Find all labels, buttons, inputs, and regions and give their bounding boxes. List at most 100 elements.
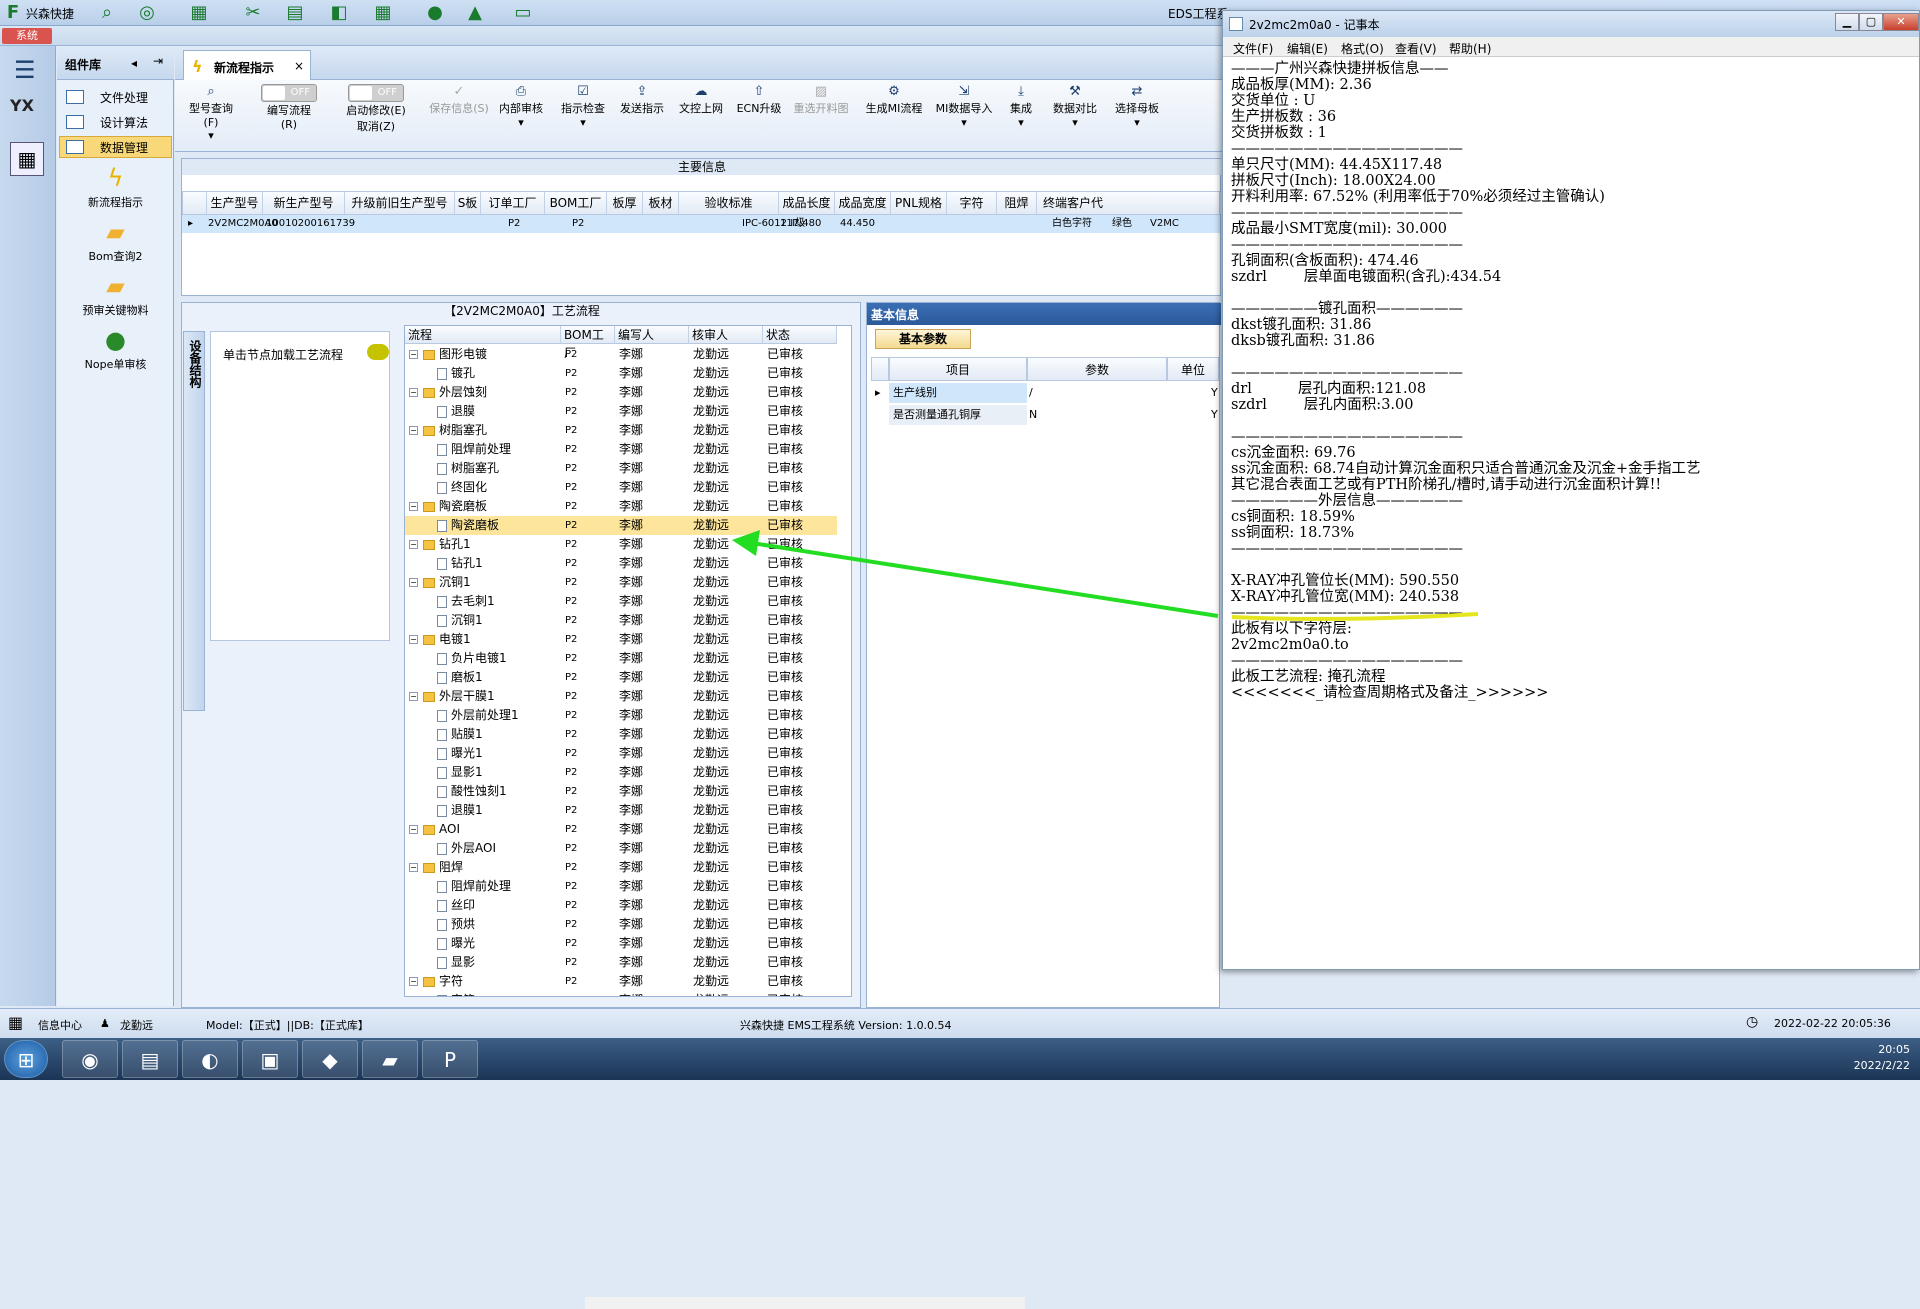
integration-button[interactable]: ⤓ 集成 ▾ bbox=[1003, 84, 1039, 148]
cell-status[interactable]: 已审核 bbox=[767, 668, 803, 687]
dropdown-arrow-icon[interactable]: ▾ bbox=[208, 129, 214, 142]
column-header[interactable]: 参数 bbox=[1027, 357, 1167, 381]
column-header[interactable]: 单位 bbox=[1167, 357, 1219, 381]
tree-node[interactable]: 图形电镀 bbox=[423, 345, 487, 364]
cell-factory[interactable]: P2 bbox=[565, 364, 577, 383]
hamburger-icon[interactable]: ☰ bbox=[14, 56, 36, 84]
collapse-toggle-icon[interactable]: − bbox=[409, 388, 418, 397]
collapse-toggle-icon[interactable]: − bbox=[409, 540, 418, 549]
cell-factory[interactable]: P2 bbox=[565, 820, 577, 839]
tree-node[interactable]: 曝光1 bbox=[437, 744, 483, 763]
tree-row[interactable]: 沉铜1 P2 李娜 龙勤远 已审核 bbox=[405, 611, 837, 630]
cell-factory[interactable]: P2 bbox=[565, 706, 577, 725]
cell-unit[interactable]: Y bbox=[1211, 383, 1218, 403]
doc-control-online-button[interactable]: ☁ 文控上网 bbox=[675, 84, 727, 148]
column-header[interactable]: 板材 bbox=[643, 192, 679, 214]
start-button[interactable]: ⊞ bbox=[4, 1040, 48, 1078]
cell-writer[interactable]: 李娜 bbox=[619, 972, 643, 991]
column-header[interactable]: 升级前旧生产型号 bbox=[345, 192, 455, 214]
tree-node[interactable]: 字符 bbox=[423, 972, 463, 991]
collapse-toggle-icon[interactable]: − bbox=[409, 426, 418, 435]
chevron-left-icon[interactable]: ◂ bbox=[131, 56, 137, 70]
tree-node[interactable]: 外层干膜1 bbox=[423, 687, 495, 706]
cell-character[interactable]: 白色字符 bbox=[1052, 215, 1092, 233]
cell-factory[interactable]: P2 bbox=[565, 763, 577, 782]
dropdown-arrow-icon[interactable]: ▾ bbox=[1134, 116, 1140, 129]
notepad-text-area[interactable]: ———广州兴森快捷拼板信息—— 成品板厚(MM): 2.36 交货单位 : U … bbox=[1231, 61, 1911, 961]
cell-reviewer[interactable]: 龙勤远 bbox=[693, 915, 729, 934]
tree-node[interactable]: 酸性蚀刻1 bbox=[437, 782, 507, 801]
cell-writer[interactable]: 李娜 bbox=[619, 725, 643, 744]
tree-row[interactable]: 外层前处理1 P2 李娜 龙勤远 已审核 bbox=[405, 706, 837, 725]
taskbar-app-blue[interactable]: ◆ bbox=[302, 1040, 358, 1078]
start-edit-toggle[interactable]: OFF 启动修改(E) 取消(Z) bbox=[343, 84, 409, 148]
cell-status[interactable]: 已审核 bbox=[767, 573, 803, 592]
cell-reviewer[interactable]: 龙勤远 bbox=[693, 763, 729, 782]
tree-node[interactable]: 磨板1 bbox=[437, 668, 483, 687]
mi-data-import-button[interactable]: ⇲ MI数据导入 ▾ bbox=[931, 84, 997, 148]
table-row[interactable]: ▸ 2V2MC2M0A0 10010200161739 P2 P2 IPC-60… bbox=[182, 215, 1220, 233]
cell-reviewer[interactable]: 龙勤远 bbox=[693, 573, 729, 592]
tree-row[interactable]: 显影 P2 李娜 龙勤远 已审核 bbox=[405, 953, 837, 972]
cell-status[interactable]: 已审核 bbox=[767, 934, 803, 953]
column-header[interactable]: 生产型号 bbox=[207, 192, 263, 214]
cell-reviewer[interactable]: 龙勤远 bbox=[693, 592, 729, 611]
cell-factory[interactable]: P2 bbox=[565, 611, 577, 630]
tree-row[interactable]: − 陶瓷磨板 P2 李娜 龙勤远 已审核 bbox=[405, 497, 837, 516]
basic-info-title[interactable]: 基本信息 bbox=[871, 306, 919, 323]
tree-row[interactable]: − 沉铜1 P2 李娜 龙勤远 已审核 bbox=[405, 573, 837, 592]
cell-status[interactable]: 已审核 bbox=[767, 535, 803, 554]
taskbar-app-gray[interactable]: ▰ bbox=[362, 1040, 418, 1078]
cell-status[interactable]: 已审核 bbox=[767, 440, 803, 459]
cell-reviewer[interactable]: 龙勤远 bbox=[693, 345, 729, 364]
cell-status[interactable]: 已审核 bbox=[767, 383, 803, 402]
column-header[interactable]: 成品宽度 bbox=[835, 192, 891, 214]
cell-reviewer[interactable]: 龙勤远 bbox=[693, 440, 729, 459]
model-query-button[interactable]: ⌕ 型号查询(F) ▾ bbox=[183, 84, 239, 148]
cell-status[interactable]: 已审核 bbox=[767, 687, 803, 706]
cell-status[interactable]: 已审核 bbox=[767, 915, 803, 934]
tree-row[interactable]: 字符 P2 李娜 龙勤远 已审核 bbox=[405, 991, 837, 996]
save-info-button[interactable]: ✓ 保存信息(S) bbox=[429, 84, 489, 148]
write-process-toggle[interactable]: OFF 编写流程(R) bbox=[259, 84, 319, 148]
tree-node[interactable]: 阻焊前处理 bbox=[437, 877, 511, 896]
nav-item-design-algorithm[interactable]: 设计算法 bbox=[59, 111, 172, 133]
launcher-bom-query[interactable]: ▰ Bom查询2 bbox=[57, 218, 174, 264]
dropdown-arrow-icon[interactable]: ▾ bbox=[961, 116, 967, 129]
cell-param[interactable]: / bbox=[1029, 383, 1033, 403]
cell-writer[interactable]: 李娜 bbox=[619, 953, 643, 972]
column-header[interactable]: 订单工厂 bbox=[481, 192, 545, 214]
tree-node[interactable]: 丝印 bbox=[437, 896, 475, 915]
area-chart-icon[interactable]: ▲ bbox=[464, 2, 486, 24]
cell-factory[interactable]: P2 bbox=[565, 896, 577, 915]
cell-reviewer[interactable]: 龙勤远 bbox=[693, 706, 729, 725]
instruction-check-button[interactable]: ☑ 指示检查 ▾ bbox=[557, 84, 609, 148]
tree-node[interactable]: AOI bbox=[423, 820, 460, 839]
column-header[interactable]: S板 bbox=[455, 192, 481, 214]
calculator-icon[interactable]: ▦ bbox=[10, 142, 44, 176]
tree-row[interactable]: 阻焊前处理 P2 李娜 龙勤远 已审核 bbox=[405, 877, 837, 896]
column-header[interactable]: 验收标准 bbox=[679, 192, 779, 214]
cell-writer[interactable]: 李娜 bbox=[619, 402, 643, 421]
dropdown-arrow-icon[interactable]: ▾ bbox=[1072, 116, 1078, 129]
cell-reviewer[interactable]: 龙勤远 bbox=[693, 953, 729, 972]
tree-node[interactable]: 阻焊前处理 bbox=[437, 440, 511, 459]
cell-factory[interactable]: P2 bbox=[565, 858, 577, 877]
cell-factory[interactable]: P2 bbox=[565, 516, 577, 535]
collapse-toggle-icon[interactable]: − bbox=[409, 863, 418, 872]
cell-reviewer[interactable]: 龙勤远 bbox=[693, 402, 729, 421]
cell-reviewer[interactable]: 龙勤远 bbox=[693, 535, 729, 554]
tree-row[interactable]: 退膜1 P2 李娜 龙勤远 已审核 bbox=[405, 801, 837, 820]
taskbar-app-notepad[interactable]: ▤ bbox=[122, 1040, 178, 1078]
cell-reviewer[interactable]: 龙勤远 bbox=[693, 554, 729, 573]
collapse-toggle-icon[interactable]: − bbox=[409, 825, 418, 834]
cell-reviewer[interactable]: 龙勤远 bbox=[693, 459, 729, 478]
system-tab[interactable]: 系统 bbox=[2, 28, 52, 44]
taskbar-clock[interactable]: 20:05 2022/2/22 bbox=[1854, 1042, 1910, 1074]
cell-status[interactable]: 已审核 bbox=[767, 782, 803, 801]
cell-new-model[interactable]: 10010200161739 bbox=[266, 215, 355, 233]
minimize-button[interactable]: ▁ bbox=[1835, 13, 1859, 31]
cell-reviewer[interactable]: 龙勤远 bbox=[693, 421, 729, 440]
tree-node[interactable]: 阻焊 bbox=[423, 858, 463, 877]
tree-row[interactable]: 负片电镀1 P2 李娜 龙勤远 已审核 bbox=[405, 649, 837, 668]
